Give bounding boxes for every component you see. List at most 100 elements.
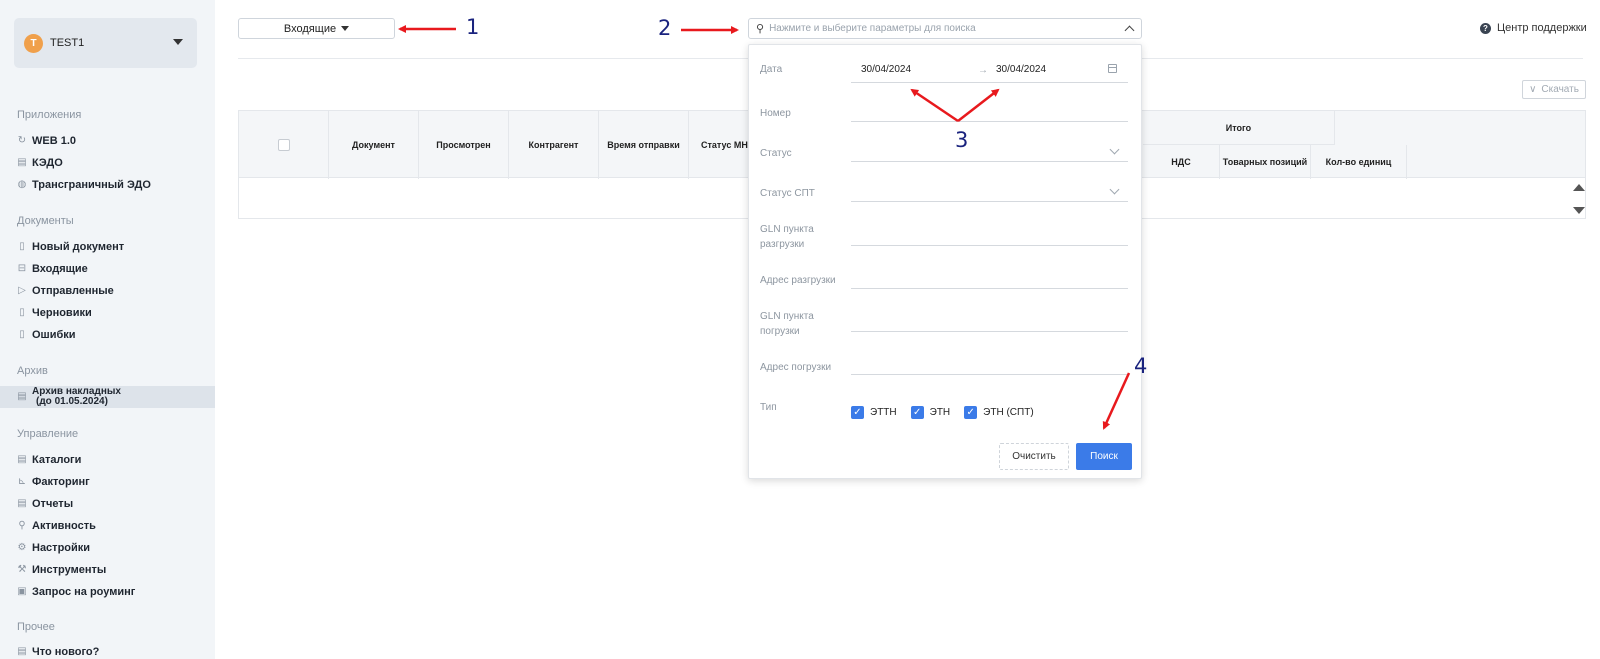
label-number: Номер — [760, 108, 791, 119]
globe-icon: ◍ — [17, 179, 27, 190]
catalog-icon: ▤ — [17, 454, 27, 465]
check-icon: ✓ — [851, 406, 864, 419]
sidebar-item-tools[interactable]: ⚒ Инструменты — [17, 563, 107, 577]
gln-unload-input[interactable] — [851, 245, 1128, 246]
th-item-positions[interactable]: Товарных позиций — [1220, 145, 1311, 179]
date-from-input[interactable]: 30/04/2024 — [861, 64, 911, 75]
label-gln-load: GLN пункта погрузки — [760, 311, 814, 337]
th-viewed[interactable]: Просмотрен — [419, 111, 509, 179]
status-select[interactable] — [851, 161, 1128, 162]
sidebar-item-activity[interactable]: ⚲ Активность — [17, 519, 96, 533]
th-document[interactable]: Документ — [329, 111, 419, 179]
th-total-group: Итого — [1143, 111, 1335, 145]
type-checkbox-etn[interactable]: ✓ ЭТН — [910, 406, 950, 419]
label-gln-unload: GLN пункта разгрузки — [760, 224, 814, 250]
roaming-icon: ▣ — [17, 586, 27, 597]
chart-icon: ⊾ — [17, 476, 27, 487]
label-date: Дата — [760, 64, 783, 75]
search-icon: ⚲ — [756, 23, 765, 35]
arrow-right-icon: → — [978, 65, 988, 76]
user-name: TEST1 — [50, 37, 85, 49]
annotation-number-1: 1 — [466, 15, 480, 39]
archive-label-line2: (до 01.05.2024) — [36, 396, 108, 407]
gear-icon: ⚙ — [17, 542, 27, 553]
wrench-icon: ⚒ — [17, 564, 27, 575]
type-checkbox-etn-spt[interactable]: ✓ ЭТН (СПТ) — [964, 406, 1034, 419]
document-icon: ▤ — [17, 157, 27, 168]
section-title-apps: Приложения — [17, 109, 82, 121]
news-icon: ▤ — [17, 646, 27, 657]
search-button[interactable]: Поиск — [1076, 443, 1132, 470]
date-to-input[interactable]: 30/04/2024 — [996, 64, 1046, 75]
caret-down-icon — [173, 39, 183, 45]
question-icon: ? — [1480, 22, 1491, 34]
new-document-icon: ▯ — [19, 241, 25, 252]
user-switcher[interactable]: T TEST1 — [14, 18, 197, 68]
search-input[interactable]: ⚲ Нажмите и выберите параметры для поиск… — [748, 18, 1142, 39]
sidebar-item-incoming[interactable]: ⊟ Входящие — [17, 262, 88, 276]
sidebar-item-settings[interactable]: ⚙ Настройки — [17, 541, 91, 555]
type-checkboxes: ✓ ЭТТН ✓ ЭТН ✓ ЭТН (СПТ) — [851, 406, 1048, 419]
sidebar-item-sent[interactable]: ▷ Отправленные — [17, 284, 114, 298]
sidebar-item-factoring[interactable]: ⊾ Факторинг — [17, 475, 90, 489]
scroll-down-icon[interactable] — [1573, 207, 1585, 214]
help-center-link[interactable]: ? Центр поддержки — [1480, 22, 1587, 34]
draft-icon: ▯ — [19, 307, 25, 318]
section-title-documents: Документы — [17, 215, 74, 227]
sidebar: T TEST1 Приложения ↻ WEB 1.0 ▤ КЭДО ◍ Транс… — [0, 0, 215, 659]
date-underline — [851, 82, 1128, 83]
scroll-up-icon[interactable] — [1573, 184, 1585, 191]
folder-dropdown[interactable]: Входящие — [238, 18, 395, 39]
th-counterparty[interactable]: Контрагент — [509, 111, 599, 179]
avatar: T — [24, 33, 43, 53]
address-unload-input[interactable] — [851, 288, 1128, 289]
type-checkbox-ettn[interactable]: ✓ ЭТТН — [851, 406, 897, 419]
th-unit-count[interactable]: Кол-во единиц — [1311, 145, 1407, 179]
gln-load-input[interactable] — [851, 331, 1128, 332]
sidebar-item-new-document[interactable]: ▯ Новый документ — [17, 240, 124, 254]
inbox-icon: ⊟ — [17, 263, 27, 274]
folder-dropdown-label: Входящие — [283, 22, 337, 35]
annotation-number-2: 2 — [658, 16, 672, 40]
address-load-input[interactable] — [851, 374, 1128, 375]
sidebar-item-web[interactable]: ↻ WEB 1.0 — [17, 134, 76, 148]
label-address-load: Адрес погрузки — [760, 362, 832, 373]
search-icon: ⚲ — [18, 520, 26, 531]
th-vat[interactable]: НДС — [1143, 145, 1220, 179]
sidebar-item-errors[interactable]: ▯ Ошибки — [17, 328, 75, 342]
sidebar-item-whats-new[interactable]: ▤ Что нового? — [17, 645, 99, 659]
search-placeholder: Нажмите и выберите параметры для поиска — [769, 23, 976, 34]
select-all-checkbox[interactable] — [277, 139, 290, 151]
status-spt-select[interactable] — [851, 201, 1128, 202]
section-title-management: Управление — [17, 428, 79, 440]
help-center-label: Центр поддержки — [1497, 22, 1587, 34]
sidebar-item-roaming[interactable]: ▣ Запрос на роуминг — [17, 585, 135, 599]
sidebar-item-kedo[interactable]: ▤ КЭДО — [17, 156, 63, 170]
check-icon: ✓ — [964, 406, 978, 419]
refresh-icon: ↻ — [17, 135, 27, 146]
th-select-all — [239, 111, 329, 179]
annotation-number-3: 3 — [955, 128, 969, 152]
annotation-number-4: 4 — [1134, 354, 1148, 378]
sidebar-item-catalogs[interactable]: ▤ Каталоги — [17, 453, 81, 467]
chevron-down-icon[interactable] — [1109, 184, 1120, 195]
label-status: Статус — [760, 148, 792, 159]
sidebar-item-reports[interactable]: ▤ Отчеты — [17, 497, 73, 511]
error-document-icon: ▯ — [19, 329, 25, 340]
chevron-down-icon[interactable] — [1109, 144, 1120, 155]
label-status-spt: Статус СПТ — [760, 188, 815, 199]
section-title-other: Прочее — [17, 621, 55, 633]
sidebar-item-drafts[interactable]: ▯ Черновики — [17, 306, 92, 320]
calendar-icon[interactable] — [1108, 64, 1117, 73]
sidebar-item-crossborder[interactable]: ◍ Трансграничный ЭДО — [17, 178, 151, 192]
archive-icon: ▤ — [17, 391, 27, 402]
chevron-up-icon[interactable] — [1124, 25, 1135, 36]
th-sent-time[interactable]: Время отправки — [599, 111, 689, 179]
report-icon: ▤ — [17, 498, 27, 509]
number-input[interactable] — [851, 121, 1128, 122]
caret-down-icon — [341, 26, 350, 31]
section-title-archive: Архив — [17, 365, 48, 377]
download-button[interactable]: ∨ Скачать — [1522, 80, 1586, 99]
clear-button[interactable]: Очистить — [999, 443, 1069, 470]
sidebar-item-archive[interactable]: ▤ Архив накладных (до 01.05.2024) — [0, 386, 215, 408]
